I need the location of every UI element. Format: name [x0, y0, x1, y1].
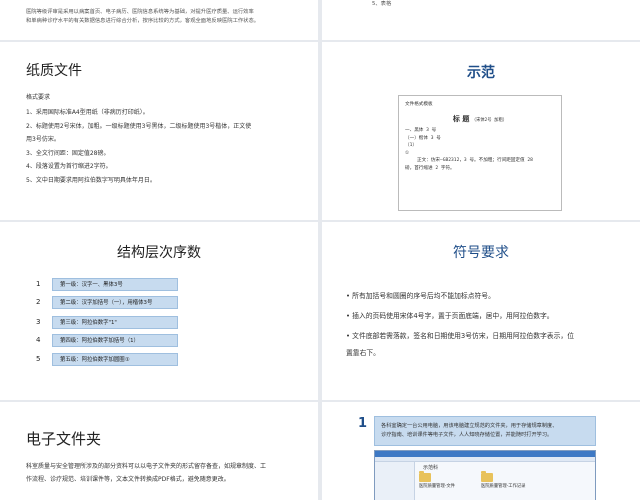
step-line: 诊疗指南、培训课件等电子文件，人人知晓存储位置，并能随时打开学习。 — [381, 431, 553, 438]
folder-icon — [480, 471, 493, 482]
doc-level-2: （一）楷体 3 号 — [405, 135, 441, 141]
symbol-bullet: • 插入的页码使用宋体4号字，置于页面底端，居中，用阿拉伯数字。 — [346, 312, 554, 320]
efolder-line: 科室质量与安全管理所涉及的部分资料可以以电子文件夹的形式留存备查，如规章制度、工 — [26, 463, 267, 470]
doc-level-1: 一、黑体 3 号 — [405, 128, 437, 133]
table-item-card: 5、表格 — [322, 0, 640, 40]
level-label: 第一级：汉字一、黑体3号 — [52, 277, 178, 291]
level-label: 第二级：汉字加括号（一），用楷体3号 — [52, 295, 178, 309]
intro-text: 医院等级评审是采用以病案首页、电子病历、医院信息系统等为基础，对提升医疗质量、运… — [26, 8, 316, 26]
level-number: 2 — [36, 298, 41, 306]
paper-item: 用3号仿宋。 — [26, 136, 60, 143]
doc-title: 标 题 （宋体2号 加粗） — [405, 113, 555, 125]
intro-line-1: 医院等级评审是采用以病案首页、电子病历、医院信息系统等为基础，对提升医疗质量、运… — [26, 9, 254, 15]
doc-level-4: ① — [405, 150, 410, 156]
paper-item: 2、标题使用2号宋体，加粗。一级标题使用3号黑体，二级标题使用3号楷体，正文使 — [26, 122, 252, 130]
efolder-title: 电子文件夹 — [26, 430, 102, 448]
efolder-line: 作流程、诊疗规范、培训课件等，文本文件转换成PDF格式，避免随意更改。 — [26, 476, 230, 483]
doc-body-2: 磅，首行缩进 2 字符。 — [405, 165, 455, 171]
electronic-folder-card: 电子文件夹 科室质量与安全管理所涉及的部分资料可以以电子文件夹的形式留存备查，如… — [0, 402, 318, 500]
level-number: 1 — [36, 280, 41, 288]
doc-level-3: （1） — [405, 143, 417, 148]
step-description: 各科室确定一台公用电脑，用该电脑建立规范的文件夹，用于存储规章制度、 诊疗指南、… — [374, 416, 596, 446]
table-item: 5、表格 — [372, 1, 392, 7]
symbol-bullet: • 文件底部若需落款，签名和日期使用3号仿宋，日期用阿拉伯数字表示，位 — [346, 332, 574, 340]
doc-title-text: 标 题 — [452, 113, 470, 123]
level-number: 4 — [36, 336, 41, 344]
sample-card: 示范 文件格式模板 标 题 （宋体2号 加粗） 一、黑体 3 号 （一）楷体 3… — [322, 42, 640, 220]
level-row: 1 第一级：汉字一、黑体3号 — [36, 277, 178, 291]
level-row: 2 第二级：汉字加括号（一），用楷体3号 — [36, 295, 178, 309]
folder-label: 医院质量管理-文件 — [419, 484, 455, 489]
folder-icon — [419, 471, 431, 482]
levels-card: 结构层次序数 1 第一级：汉字一、黑体3号 2 第二级：汉字加括号（一），用楷体… — [0, 222, 318, 400]
symbols-card: 符号要求 • 所有加括号和圆圈的序号后均不能加标点符号。 • 插入的页码使用宋体… — [322, 222, 640, 400]
paper-item: 5、文中日期要求用阿拉伯数字写明具体年月日。 — [26, 176, 156, 184]
level-number: 5 — [36, 355, 41, 363]
file-explorer-window: 示范科 医院质量管理-文件 医院质量管理-工作记录 — [374, 450, 596, 500]
level-row: 4 第四级：阿拉伯数字加括号（1） — [36, 333, 178, 347]
paper-list: 1、采用国际标准A4型用纸（非病历打印纸）。 2、标题使用2号宋体，加粗。一级标… — [26, 106, 311, 187]
levels-title: 结构层次序数 — [117, 245, 201, 261]
doc-title-note: （宋体2号 加粗） — [471, 117, 508, 123]
level-label: 第三级：阿拉伯数字"1" — [52, 315, 178, 329]
level-row: 5 第五级：阿拉伯数字加圆圈① — [36, 352, 178, 366]
step-line: 各科室确定一台公用电脑，用该电脑建立规范的文件夹，用于存储规章制度、 — [381, 423, 558, 429]
doc-body-1: 正文：仿宋—GB2312，3 号。不加粗；行间距固定值 28 — [417, 158, 533, 163]
paper-item: 4、段落设置为首行缩进2字符。 — [26, 163, 112, 170]
intro-line-2: 和单病种诊疗水平的有关数据信息进行综合分析，按序比较的方式，客观全面地反映医院工… — [26, 18, 260, 24]
paper-item: 1、采用国际标准A4型用纸（非病历打印纸）。 — [26, 109, 149, 116]
explorer-file-list: 医院质量管理-文件 医院质量管理-工作记录 — [419, 471, 526, 489]
folder-label: 医院质量管理-工作记录 — [480, 484, 526, 489]
folder-item[interactable]: 医院质量管理-文件 — [419, 471, 455, 489]
folder-item[interactable]: 医院质量管理-工作记录 — [480, 471, 526, 489]
sample-document: 文件格式模板 标 题 （宋体2号 加粗） 一、黑体 3 号 （一）楷体 3 号 … — [398, 95, 562, 211]
paper-item: 3、全文行间距：固定值28磅。 — [26, 149, 110, 157]
paper-subtitle: 格式要求 — [26, 94, 51, 101]
step-number: 1 — [358, 416, 368, 431]
level-label: 第四级：阿拉伯数字加括号（1） — [52, 333, 178, 347]
symbol-bullet: • 所有加括号和圆圈的序号后均不能加标点符号。 — [346, 292, 495, 300]
level-label: 第五级：阿拉伯数字加圆圈① — [52, 352, 178, 366]
doc-header: 文件格式模板 — [405, 102, 433, 107]
paper-files-card: 纸质文件 格式要求 1、采用国际标准A4型用纸（非病历打印纸）。 2、标题使用2… — [0, 42, 318, 220]
symbols-title: 符号要求 — [453, 245, 509, 261]
level-number: 3 — [36, 318, 41, 326]
step-card: 1 各科室确定一台公用电脑，用该电脑建立规范的文件夹，用于存储规章制度、 诊疗指… — [322, 402, 640, 500]
level-row: 3 第三级：阿拉伯数字"1" — [36, 315, 178, 329]
efolder-text: 科室质量与安全管理所涉及的部分资料可以以电子文件夹的形式留存备查，如规章制度、工… — [26, 460, 316, 486]
sample-title: 示范 — [467, 65, 495, 81]
intro-card: 医院等级评审是采用以病案首页、电子病历、医院信息系统等为基础，对提升医疗质量、运… — [0, 0, 318, 40]
symbol-bullet: 置靠右下。 — [346, 349, 380, 357]
paper-title: 纸质文件 — [26, 63, 82, 79]
explorer-sidebar — [375, 462, 415, 500]
